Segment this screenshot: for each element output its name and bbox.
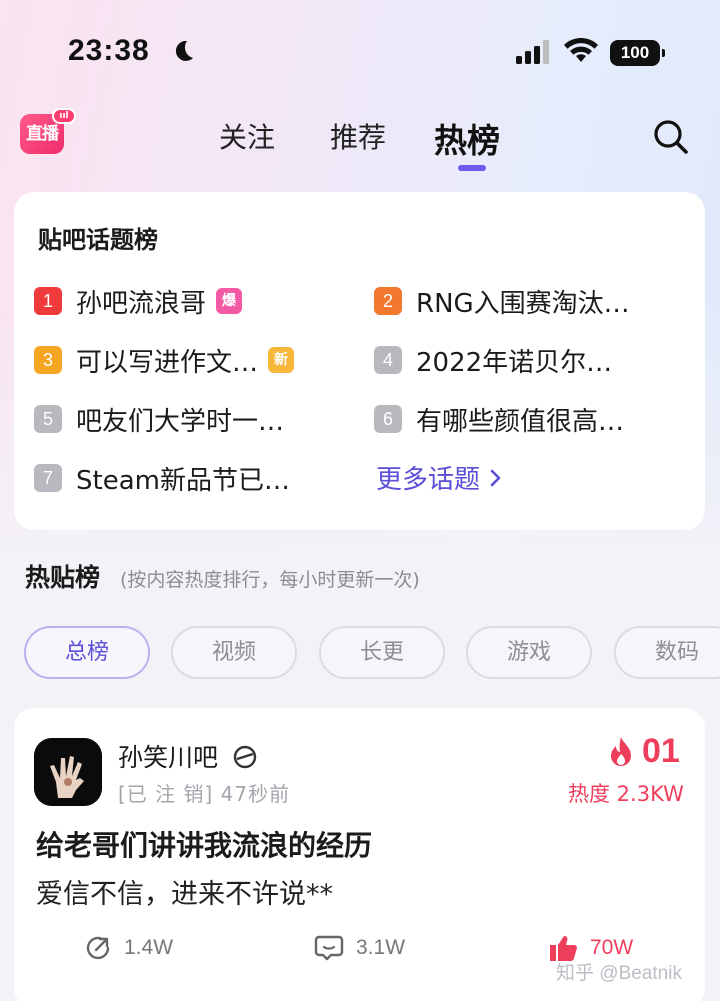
tab-recommend[interactable]: 推荐 [330, 116, 386, 156]
post-title[interactable]: 给老哥们讲讲我流浪的经历 [36, 824, 372, 864]
topic-text: Steam新品节已… [76, 465, 290, 496]
search-icon[interactable] [652, 118, 690, 156]
topic-item-2[interactable]: 2 RNG入围赛淘汰… [374, 281, 630, 321]
status-time: 23:38 [68, 34, 150, 67]
topic-board-card: 贴吧话题榜 1 孙吧流浪哥 爆 2 RNG入围赛淘汰… 3 可以写进作文… 新 … [14, 192, 705, 530]
hot-posts-title: 热贴榜 [25, 563, 101, 592]
comment-count: 3.1W [356, 936, 406, 959]
live-button[interactable]: 直播 ııl [20, 108, 78, 156]
signal-icon [516, 40, 549, 64]
chip-digital[interactable]: 数码 [614, 626, 720, 679]
forum-badge-icon [233, 745, 257, 769]
flame-icon [611, 736, 631, 766]
hot-posts-subtitle: (按内容热度排行，每小时更新一次) [120, 569, 420, 591]
wifi-icon [564, 38, 598, 62]
topic-item-1[interactable]: 1 孙吧流浪哥 爆 [34, 281, 243, 321]
topic-item-6[interactable]: 6 有哪些颜值很高… [374, 399, 624, 439]
hand-sign-image [34, 738, 102, 806]
post-rank: 01 [608, 732, 680, 771]
moon-icon [175, 40, 193, 61]
share-button[interactable]: 1.4W [84, 934, 173, 962]
topic-board-title: 贴吧话题榜 [38, 226, 158, 254]
like-count: 70W [590, 936, 634, 959]
watermark: 知乎 @Beatnik [556, 963, 682, 984]
topic-item-3[interactable]: 3 可以写进作文… 新 [34, 340, 295, 380]
post-excerpt[interactable]: 爱信不信，进来不许说** [36, 872, 333, 911]
comment-button[interactable]: 3.1W [314, 934, 405, 962]
heat-value: 热度 2.3KW [568, 782, 684, 806]
more-topics-label: 更多话题 [376, 465, 481, 495]
chip-video[interactable]: 视频 [171, 626, 297, 679]
topic-item-4[interactable]: 4 2022年诺贝尔… [374, 340, 612, 380]
active-tab-indicator [458, 165, 486, 171]
chip-long-update[interactable]: 长更 [319, 626, 445, 679]
rank-badge: 1 [34, 287, 62, 315]
topic-text: RNG入围赛淘汰… [416, 288, 630, 319]
battery-indicator: 100 [610, 40, 665, 66]
topic-text: 有哪些颜值很高… [416, 406, 625, 437]
share-icon [86, 936, 110, 960]
post-rank-number: 01 [642, 732, 680, 770]
chevron-right-icon [490, 469, 501, 486]
topic-item-7[interactable]: 7 Steam新品节已… [34, 458, 290, 498]
author-name[interactable]: 孙笑川吧 [118, 738, 218, 774]
topic-text: 吧友们大学时一… [76, 406, 285, 437]
new-tag: 新 [268, 347, 295, 373]
chip-overall[interactable]: 总榜 [24, 626, 150, 679]
topic-text: 孙吧流浪哥 [76, 288, 207, 319]
topic-text: 2022年诺贝尔… [416, 347, 613, 378]
post-meta: [已 注 销] 47秒前 [118, 782, 291, 806]
rank-badge: 5 [34, 405, 62, 433]
status-bar: 23:38 100 [0, 0, 720, 100]
rank-badge: 7 [34, 464, 62, 492]
explosive-tag: 爆 [216, 288, 243, 314]
chip-game[interactable]: 游戏 [466, 626, 592, 679]
rank-badge: 3 [34, 346, 62, 374]
tab-hot-list[interactable]: 热榜 [434, 114, 500, 162]
topic-text: 可以写进作文… [76, 347, 259, 378]
avatar[interactable] [34, 738, 102, 806]
more-topics-link[interactable]: 更多话题 [376, 459, 502, 496]
rank-badge: 2 [374, 287, 402, 315]
tab-follow[interactable]: 关注 [219, 116, 275, 156]
share-count: 1.4W [124, 936, 174, 959]
live-signal-icon: ııl [52, 108, 76, 124]
rank-badge: 6 [374, 405, 402, 433]
comment-icon [314, 935, 344, 961]
topic-item-5[interactable]: 5 吧友们大学时一… [34, 399, 284, 439]
rank-badge: 4 [374, 346, 402, 374]
